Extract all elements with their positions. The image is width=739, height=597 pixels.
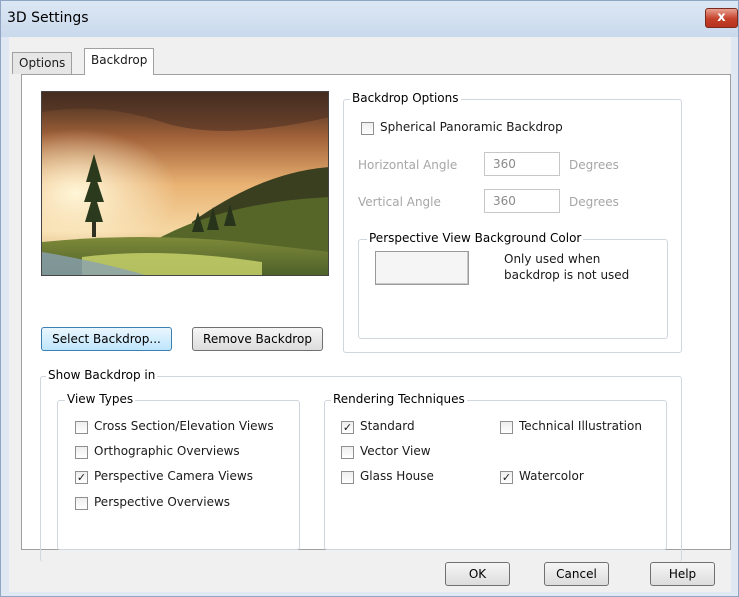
view-types-title: View Types	[65, 392, 136, 406]
watercolor-checkbox[interactable]: ✓	[500, 471, 513, 484]
glass-house-checkbox[interactable]	[341, 471, 354, 484]
tab-options[interactable]: Options	[12, 52, 73, 74]
backdrop-preview-image	[41, 91, 329, 276]
select-backdrop-button[interactable]: Select Backdrop...	[41, 327, 172, 351]
help-button[interactable]: Help	[650, 562, 715, 586]
background-note-line2: backdrop is not used	[504, 268, 630, 282]
cross-section-checkbox[interactable]	[75, 421, 88, 434]
spherical-panoramic-label: Spherical Panoramic Backdrop	[380, 120, 563, 134]
vector-view-label: Vector View	[360, 444, 431, 458]
background-color-title: Perspective View Background Color	[367, 231, 584, 245]
landscape-image	[42, 92, 328, 275]
dialog-client: Options Backdrop Select Backdrop... Remo…	[9, 37, 731, 592]
cross-section-label: Cross Section/Elevation Views	[94, 419, 274, 433]
technical-illustration-label: Technical Illustration	[519, 419, 642, 433]
horizontal-angle-label: Horizontal Angle	[358, 158, 458, 172]
tab-backdrop[interactable]: Backdrop	[84, 48, 155, 75]
vertical-angle-input[interactable]: 360	[484, 189, 560, 213]
rendering-techniques-title: Rendering Techniques	[331, 392, 467, 406]
watercolor-label: Watercolor	[519, 469, 584, 483]
cancel-label: Cancel	[556, 567, 597, 581]
show-backdrop-title: Show Backdrop in	[46, 368, 158, 382]
ok-label: OK	[468, 567, 487, 581]
glass-house-label: Glass House	[360, 469, 434, 483]
tab-options-label: Options	[19, 56, 66, 70]
select-backdrop-label: Select Backdrop...	[52, 332, 161, 346]
spherical-panoramic-checkbox[interactable]	[361, 122, 374, 135]
vertical-angle-unit: Degrees	[569, 195, 619, 209]
remove-backdrop-button[interactable]: Remove Backdrop	[192, 327, 323, 351]
remove-backdrop-label: Remove Backdrop	[203, 332, 312, 346]
horizontal-angle-input[interactable]: 360	[484, 152, 560, 176]
vertical-angle-value: 360	[493, 194, 516, 208]
tab-backdrop-label: Backdrop	[91, 53, 148, 67]
perspective-overviews-checkbox[interactable]	[75, 497, 88, 510]
cancel-button[interactable]: Cancel	[544, 562, 609, 586]
background-color-swatch[interactable]	[375, 251, 469, 285]
technical-illustration-checkbox[interactable]	[500, 421, 513, 434]
window-title: 3D Settings	[7, 10, 89, 26]
orthographic-overviews-label: Orthographic Overviews	[94, 444, 240, 458]
horizontal-angle-value: 360	[493, 157, 516, 171]
title-bar[interactable]: 3D Settings x	[1, 1, 738, 37]
backdrop-tab-panel: Select Backdrop... Remove Backdrop Backd…	[21, 74, 731, 562]
vector-view-checkbox[interactable]	[341, 446, 354, 459]
dialog-window: 3D Settings x Options Backdrop Select Ba…	[0, 0, 739, 597]
perspective-camera-checkbox[interactable]: ✓	[75, 471, 88, 484]
horizontal-angle-unit: Degrees	[569, 158, 619, 172]
backdrop-options-title: Backdrop Options	[350, 91, 461, 105]
background-note-line1: Only used when	[504, 252, 601, 266]
standard-label: Standard	[360, 419, 415, 433]
close-icon: x	[717, 10, 726, 25]
vertical-angle-label: Vertical Angle	[358, 195, 441, 209]
close-button[interactable]: x	[705, 8, 738, 28]
perspective-camera-label: Perspective Camera Views	[94, 469, 253, 483]
perspective-overviews-label: Perspective Overviews	[94, 495, 231, 509]
help-label: Help	[668, 567, 697, 581]
ok-button[interactable]: OK	[445, 562, 510, 586]
standard-checkbox[interactable]: ✓	[341, 421, 354, 434]
orthographic-overviews-checkbox[interactable]	[75, 446, 88, 459]
